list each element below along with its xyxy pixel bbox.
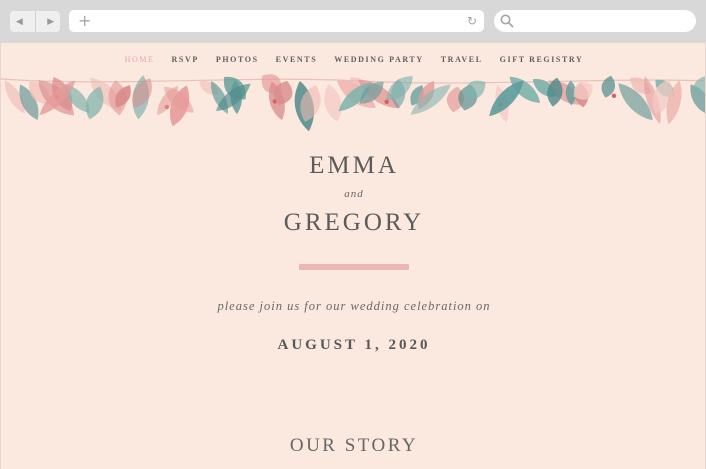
reload-icon[interactable]: ↻ — [467, 12, 477, 30]
nav-item-rsvp[interactable]: RSVP — [172, 55, 199, 64]
forward-arrow-icon[interactable]: ▶ — [47, 17, 54, 27]
berry-icon — [384, 99, 389, 104]
search-bar[interactable] — [494, 10, 696, 32]
berry-icon — [611, 93, 617, 98]
and-connector: and — [344, 188, 364, 200]
nav-item-home[interactable]: HOME — [125, 55, 155, 64]
wedding-date: AUGUST 1, 2020 — [277, 337, 431, 353]
new-tab-plus-icon[interactable]: + — [78, 11, 91, 31]
site-navigation: HOME RSVP PHOTOS EVENTS WEDDING PARTY TRAVEL G… — [1, 55, 705, 64]
browser-toolbar: ◀ ▶ + ↻ — [0, 0, 706, 43]
button-divider — [34, 11, 36, 32]
pink-divider — [299, 264, 409, 270]
nav-item-travel[interactable]: TRAVEL — [441, 55, 483, 64]
back-arrow-icon[interactable]: ◀ — [16, 17, 23, 27]
wedding-page: HOME RSVP PHOTOS EVENTS WEDDING PARTY TRAVEL G… — [0, 43, 706, 469]
browser-window: ◀ ▶ + ↻ HOME RSVP PHOTOS EVENTS WEDDING PART… — [0, 0, 706, 469]
history-buttons: ◀ ▶ — [10, 11, 60, 32]
groom-name: GREGORY — [283, 209, 425, 236]
address-bar[interactable]: + ↻ — [69, 10, 484, 32]
nav-item-photos[interactable]: PHOTOS — [216, 55, 259, 64]
bride-name: EMMA — [309, 152, 399, 179]
nav-item-wedding-party[interactable]: WEDDING PARTY — [334, 55, 423, 64]
our-story-heading: OUR STORY — [289, 435, 419, 456]
invitation-line: please join us for our wedding celebrati… — [217, 299, 491, 313]
nav-item-events[interactable]: EVENTS — [276, 55, 318, 64]
search-icon — [500, 14, 514, 28]
nav-item-gift-registry[interactable]: GIFT REGISTRY — [500, 55, 584, 64]
